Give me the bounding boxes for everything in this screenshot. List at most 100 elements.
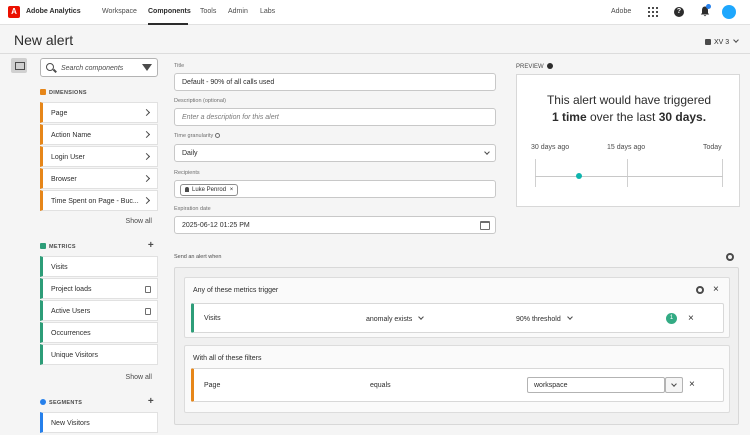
app-name[interactable]: Adobe Analytics [26, 8, 81, 15]
granularity-select[interactable]: Daily [174, 144, 496, 162]
report-suite-selector[interactable]: XV 3 [705, 37, 739, 46]
chevron-right-icon[interactable] [142, 174, 151, 183]
metric-label: Active Users [51, 308, 91, 315]
nav-components[interactable]: Components [148, 8, 191, 15]
chevron-down-icon [671, 381, 677, 387]
trigger-point[interactable] [576, 173, 582, 179]
remove-filter-icon[interactable]: × [689, 380, 695, 390]
info-icon[interactable] [214, 133, 220, 138]
components-panel: Search components DIMENSIONS Page Action… [40, 58, 158, 435]
dimension-label: Page [51, 110, 68, 117]
metrics-trigger-box: Any of these metrics trigger × Visits an… [184, 277, 730, 338]
dimension-item-login-user[interactable]: Login User [40, 146, 158, 167]
metric-condition-row: Visits anomaly exists 90% threshold 1 × [191, 303, 724, 333]
segment-item-new-visitors[interactable]: New Visitors [40, 412, 158, 433]
expiration-label: Expiration date [174, 206, 211, 212]
segments-header: SEGMENTS + [40, 397, 158, 407]
metric-item-active-users[interactable]: Active Users [40, 300, 158, 321]
close-icon[interactable]: × [713, 285, 719, 295]
threshold-select[interactable]: 90% threshold [516, 314, 573, 323]
filter-icon[interactable] [142, 64, 152, 71]
condition-select[interactable]: anomaly exists [366, 314, 425, 323]
calculated-metric-icon [145, 308, 151, 315]
condition-metric[interactable]: Visits [204, 315, 221, 322]
active-tab-indicator [148, 23, 188, 25]
metric-item-project-loads[interactable]: Project loads [40, 278, 158, 299]
dimensions-show-all[interactable]: Show all [126, 218, 152, 225]
nav-tools[interactable]: Tools [200, 8, 216, 15]
title-input[interactable]: Default - 90% of all calls used [174, 73, 496, 91]
metric-icon [40, 243, 46, 249]
preview-period: 30 days. [658, 110, 707, 124]
recipients-input[interactable]: Luke Penrod × [174, 180, 496, 198]
nav-admin[interactable]: Admin [228, 8, 248, 15]
send-alert-label: Send an alert when [174, 254, 222, 260]
metric-item-unique-visitors[interactable]: Unique Visitors [40, 344, 158, 365]
description-label: Description (optional) [174, 98, 226, 104]
dimensions-title: DIMENSIONS [49, 90, 87, 96]
search-components-input[interactable]: Search components [40, 58, 158, 77]
metric-item-occurrences[interactable]: Occurrences [40, 322, 158, 343]
dimension-item-browser[interactable]: Browser [40, 168, 158, 189]
remove-recipient-icon[interactable]: × [230, 187, 234, 193]
filters-box: With all of these filters Page equals wo… [184, 345, 730, 413]
chevron-right-icon[interactable] [142, 108, 151, 117]
preview-line-2: 1 time over the last 30 days. [517, 110, 741, 124]
chevron-right-icon[interactable] [142, 152, 151, 161]
nav-workspace[interactable]: Workspace [102, 8, 137, 15]
nav-labs[interactable]: Labs [260, 8, 275, 15]
search-placeholder: Search components [61, 65, 124, 72]
components-panel-icon[interactable] [11, 58, 27, 73]
chevron-right-icon[interactable] [142, 130, 151, 139]
recipient-tag[interactable]: Luke Penrod × [180, 184, 239, 196]
user-avatar[interactable] [722, 5, 736, 19]
dimension-item-page[interactable]: Page [40, 102, 158, 123]
gear-icon[interactable] [726, 253, 734, 261]
dimension-label: Action Name [51, 132, 92, 139]
preview-line-1: This alert would have triggered [546, 93, 712, 107]
description-input[interactable]: Enter a description for this alert [174, 108, 496, 126]
expiration-value: 2025-06-12 01:25 PM [182, 222, 250, 229]
report-suite-label: XV 3 [714, 39, 730, 46]
metric-label: Project loads [51, 286, 92, 293]
axis-label-start: 30 days ago [531, 144, 570, 151]
dimension-item-action-name[interactable]: Action Name [40, 124, 158, 145]
recipient-name: Luke Penrod [192, 187, 227, 193]
preview-middle-text: over the last [589, 110, 656, 124]
database-icon [705, 39, 711, 45]
remove-metric-icon[interactable]: × [688, 314, 694, 324]
axis-label-end: Today [703, 144, 722, 151]
chevron-right-icon[interactable] [142, 196, 151, 205]
adobe-logo-icon[interactable]: A [8, 6, 20, 18]
metric-item-visits[interactable]: Visits [40, 256, 158, 277]
metrics-header: METRICS + [40, 241, 158, 251]
recipients-label: Recipients [174, 170, 200, 176]
chevron-down-icon [566, 314, 573, 320]
filter-operator[interactable]: equals [370, 382, 391, 389]
search-icon [46, 63, 54, 71]
divider [0, 53, 750, 54]
filter-dimension[interactable]: Page [204, 382, 220, 389]
add-metric-icon[interactable]: + [148, 241, 154, 251]
filter-value-input[interactable]: workspace [527, 377, 665, 393]
help-icon[interactable]: ? [674, 7, 684, 17]
gear-icon[interactable] [696, 286, 704, 294]
metrics-title: METRICS [49, 244, 76, 250]
granularity-label-text: Time granularity [174, 133, 214, 139]
calendar-icon[interactable] [480, 221, 490, 230]
dimension-item-time-spent[interactable]: Time Spent on Page - Buc... [40, 190, 158, 211]
granularity-label: Time granularity [174, 133, 220, 139]
filter-value-dropdown[interactable] [665, 377, 683, 393]
info-icon[interactable] [546, 63, 553, 69]
metrics-show-all[interactable]: Show all [126, 374, 152, 381]
trigger-count-badge: 1 [666, 313, 677, 324]
org-name[interactable]: Adobe [611, 8, 631, 15]
app-switcher-icon[interactable] [648, 7, 658, 17]
add-segment-icon[interactable]: + [148, 397, 154, 407]
granularity-value: Daily [182, 150, 198, 157]
page-title: New alert [14, 32, 74, 48]
dimension-icon [40, 89, 46, 95]
condition-value: anomaly exists [366, 316, 413, 323]
dimensions-header: DIMENSIONS [40, 89, 87, 96]
expiration-date-input[interactable]: 2025-06-12 01:25 PM [174, 216, 496, 234]
